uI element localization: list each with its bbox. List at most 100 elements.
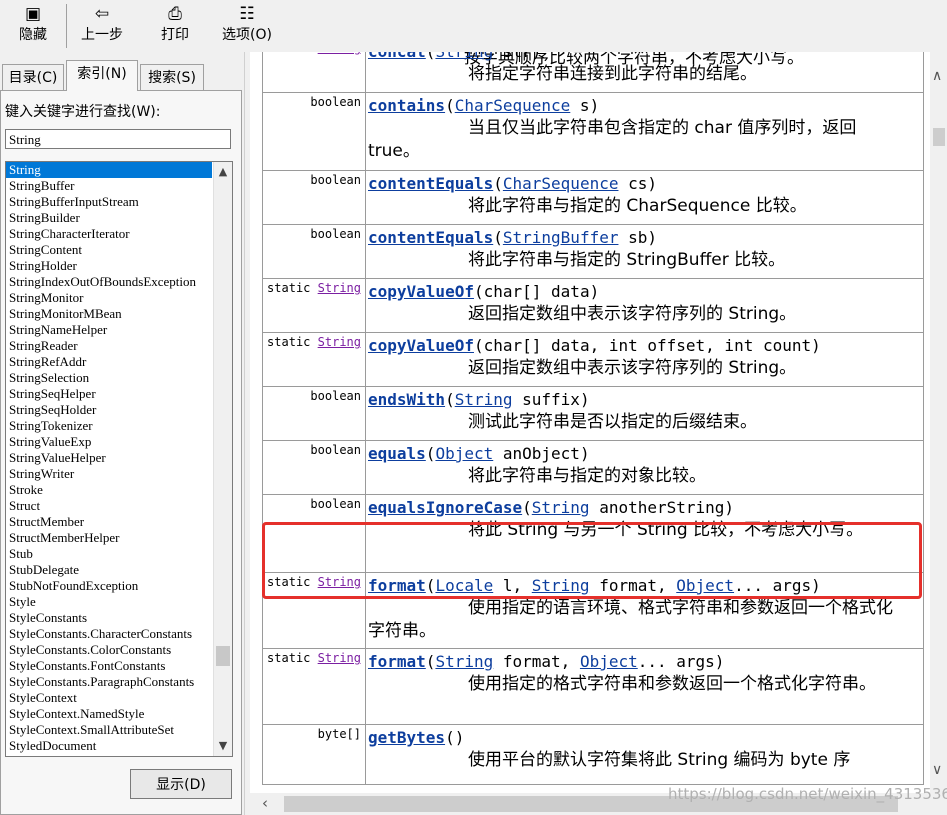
show-button[interactable]: 显示(D)	[130, 769, 232, 799]
method-name-link[interactable]: equalsIgnoreCase	[368, 498, 522, 517]
index-list-item[interactable]: StringMonitorMBean	[6, 306, 212, 322]
method-name-link[interactable]: contains	[368, 96, 445, 115]
tab-search[interactable]: 搜索(S)	[140, 64, 204, 90]
method-signature: endsWith(String suffix) 测试此字符串是否以指定的后缀结束。	[365, 386, 924, 441]
keyword-input[interactable]: String	[5, 129, 231, 149]
method-name-link[interactable]: contentEquals	[368, 174, 493, 193]
index-list-item[interactable]: StringSelection	[6, 370, 212, 386]
index-list-item[interactable]: StringHolder	[6, 258, 212, 274]
scroll-up-icon[interactable]: ▲	[214, 164, 232, 180]
param-type-link[interactable]: String	[532, 576, 590, 595]
index-list-item[interactable]: StringCharacterIterator	[6, 226, 212, 242]
paren: (	[473, 282, 484, 301]
index-list-item[interactable]: StructMember	[6, 514, 212, 530]
index-list-item[interactable]: StringContent	[6, 242, 212, 258]
scroll-left-icon[interactable]: ‹	[262, 794, 268, 812]
method-name-link[interactable]: endsWith	[368, 390, 445, 409]
tab-index[interactable]: 索引(N)	[66, 60, 138, 91]
index-list-item[interactable]: StringSeqHelper	[6, 386, 212, 402]
index-list-item[interactable]: StyleConstants	[6, 610, 212, 626]
param-type-link[interactable]: String	[455, 390, 513, 409]
return-type-link[interactable]: String	[318, 52, 361, 55]
param-text: anObject	[493, 444, 580, 463]
param-type-link[interactable]: String	[532, 498, 590, 517]
options-button[interactable]: ☷ 选项(O)	[216, 4, 278, 50]
param-type-link[interactable]: String	[435, 652, 493, 671]
tab-contents[interactable]: 目录(C)	[2, 64, 64, 90]
return-type-link[interactable]: String	[318, 281, 361, 295]
index-list-item[interactable]: StringNameHelper	[6, 322, 212, 338]
index-list-item[interactable]: StringSeqHolder	[6, 402, 212, 418]
toolbar: ▣ 隐藏 ⇦ 上一步 ⎙ 打印 ☷ 选项(O)	[0, 0, 947, 52]
index-list-item[interactable]: StubDelegate	[6, 562, 212, 578]
index-list-item[interactable]: StyleContext.SmallAttributeSet	[6, 722, 212, 738]
index-list-item[interactable]: StringBuffer	[6, 178, 212, 194]
index-list-item[interactable]: StyleContext	[6, 690, 212, 706]
index-list-item[interactable]: Stroke	[6, 482, 212, 498]
method-row: static String copyValueOf(char[] data, in…	[262, 332, 924, 387]
index-list-item[interactable]: StyleContext.NamedStyle	[6, 706, 212, 722]
param-type-link[interactable]: CharSequence	[455, 96, 571, 115]
param-type-link[interactable]: Locale	[435, 576, 493, 595]
param-type-link[interactable]: Object	[580, 652, 638, 671]
param-text: str	[493, 52, 532, 61]
index-list-item[interactable]: StubNotFoundException	[6, 578, 212, 594]
scroll-down-icon[interactable]: ▼	[214, 738, 232, 754]
method-modifier: boolean	[262, 224, 366, 279]
method-name-link[interactable]: equals	[368, 444, 426, 463]
index-list-item[interactable]: StringReader	[6, 338, 212, 354]
method-row: boolean equals(Object anObject) 将此字符串与指定的对…	[262, 440, 924, 495]
param-type-link[interactable]: Object	[676, 576, 734, 595]
scroll-thumb[interactable]	[216, 646, 230, 666]
return-type-link[interactable]: String	[318, 575, 361, 589]
options-icon: ☷	[239, 4, 255, 24]
hide-button[interactable]: ▣ 隐藏	[10, 4, 56, 50]
index-list-item[interactable]: Style	[6, 594, 212, 610]
method-name-link[interactable]: format	[368, 652, 426, 671]
index-list-item[interactable]: StringBuilder	[6, 210, 212, 226]
method-modifier: boolean	[262, 170, 366, 225]
return-type-link[interactable]: String	[318, 651, 361, 665]
print-button[interactable]: ⎙ 打印	[152, 4, 198, 50]
paren: )	[579, 444, 590, 463]
param-type-link[interactable]: Object	[435, 444, 493, 463]
index-list-item[interactable]: StyledDocument	[6, 738, 212, 754]
content-vertical-scrollbar[interactable]: ∧ ∨	[930, 52, 947, 793]
index-list-item[interactable]: StringWriter	[6, 466, 212, 482]
method-modifier: static String	[262, 278, 366, 333]
index-list-item[interactable]: StyleConstants.ParagraphConstants	[6, 674, 212, 690]
param-type-link[interactable]: CharSequence	[503, 174, 619, 193]
index-list-item[interactable]: StringRefAddr	[6, 354, 212, 370]
index-list-scrollbar[interactable]: ▲ ▼	[213, 162, 232, 756]
index-list-item[interactable]: StringMonitor	[6, 290, 212, 306]
index-list-item[interactable]: StructMemberHelper	[6, 530, 212, 546]
index-list-item[interactable]: StyleConstants.FontConstants	[6, 658, 212, 674]
scroll-down-icon[interactable]: ∨	[932, 762, 942, 778]
index-list-item[interactable]: StringTokenizer	[6, 418, 212, 434]
scroll-up-icon[interactable]: ∧	[932, 68, 942, 84]
index-list-item[interactable]: StringIndexOutOfBoundsException	[6, 274, 212, 290]
method-name-link[interactable]: concat	[368, 52, 426, 61]
method-name-link[interactable]: copyValueOf	[368, 336, 474, 355]
index-list-item[interactable]: StyleConstants.ColorConstants	[6, 642, 212, 658]
method-name-link[interactable]: copyValueOf	[368, 282, 474, 301]
index-list-item[interactable]: StyledEditorKit	[6, 754, 212, 756]
content-scroll-thumb[interactable]	[933, 128, 945, 146]
param-type-link[interactable]: String	[435, 52, 493, 61]
index-list-item[interactable]: Struct	[6, 498, 212, 514]
index-list-item[interactable]: StyleConstants.CharacterConstants	[6, 626, 212, 642]
index-list-item[interactable]: StringBufferInputStream	[6, 194, 212, 210]
back-button[interactable]: ⇦ 上一步	[74, 4, 130, 50]
return-type-link[interactable]: String	[318, 335, 361, 349]
index-list-item[interactable]: StringValueExp	[6, 434, 212, 450]
index-list-item[interactable]: String	[6, 162, 212, 178]
index-list-item[interactable]: StringValueHelper	[6, 450, 212, 466]
method-name-link[interactable]: contentEquals	[368, 228, 493, 247]
method-name-link[interactable]: format	[368, 576, 426, 595]
param-type-link[interactable]: StringBuffer	[503, 228, 619, 247]
index-list-item[interactable]: Stub	[6, 546, 212, 562]
param-text: char[] data, int offset, int count	[483, 336, 812, 355]
method-name-link[interactable]: getBytes	[368, 728, 445, 747]
printer-icon: ⎙	[168, 4, 182, 24]
index-list[interactable]: String StringBuffer StringBufferInputStrea…	[5, 161, 233, 757]
